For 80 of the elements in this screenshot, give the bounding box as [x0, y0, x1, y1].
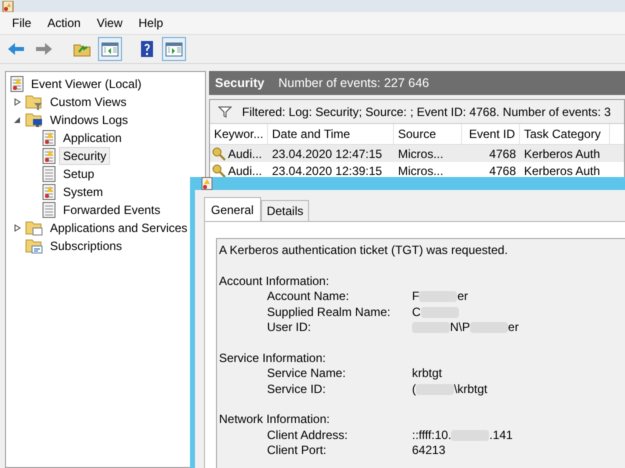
field-label: Service ID: — [266, 382, 327, 397]
section-title: Service Information: — [219, 350, 327, 366]
tab[interactable]: General — [204, 197, 261, 221]
menu-item[interactable]: View — [88, 14, 130, 32]
field-value: er — [457, 289, 468, 304]
field-value: .141 — [489, 428, 513, 443]
pane-button[interactable] — [98, 37, 122, 61]
table-cell: Kerberos Auth — [524, 164, 600, 178]
event-summary: A Kerberos authentication ticket (TGT) was requested. — [219, 243, 509, 258]
menu-item[interactable]: Action — [39, 14, 89, 32]
pane-icon — [101, 42, 119, 56]
field-value: 64213 — [412, 443, 446, 458]
tree-item[interactable]: Security — [59, 147, 110, 165]
field-value: C — [412, 304, 421, 320]
pane-button[interactable] — [162, 37, 186, 61]
folder-icon — [25, 220, 43, 236]
menu-item[interactable]: File — [4, 14, 40, 32]
table-cell: 23.04.2020 12:39:15 — [272, 164, 382, 178]
forward-arrow-icon — [35, 42, 53, 56]
back-arrow-icon — [7, 42, 25, 56]
event-row[interactable]: Audi... 23.04.2020 12:47:15 Micros... 4768 Kerberos Auth — [210, 145, 624, 162]
table-cell: Audi... — [228, 164, 262, 178]
field-label: Account Name: — [266, 289, 350, 304]
tree-item[interactable]: Application — [59, 129, 126, 147]
tree-item[interactable]: Event Viewer (Local) — [27, 75, 146, 93]
folder-filter-icon — [25, 94, 43, 110]
field-value: \krbtgt — [454, 382, 488, 397]
table-cell: 23.04.2020 12:47:15 — [272, 146, 382, 160]
log-warning-icon — [42, 130, 56, 146]
tree-item[interactable]: Applications and Services — [46, 219, 192, 237]
field-label: User ID: — [266, 320, 312, 336]
event-count: Number of events: 227 646 — [278, 76, 430, 90]
tree-item[interactable]: Windows Logs — [46, 111, 132, 129]
event-row[interactable]: Audi... 23.04.2020 12:39:15 Micros... 4768 Kerberos Auth — [210, 162, 624, 179]
tree-item[interactable]: System — [59, 183, 108, 201]
tree-item[interactable]: Setup — [59, 165, 98, 183]
section-title: Account Information: — [219, 274, 330, 289]
table-cell: 4768 — [489, 164, 516, 178]
table-cell: 4768 — [489, 146, 516, 160]
filter-icon — [218, 106, 232, 118]
field-label: Client Address: — [266, 428, 349, 443]
log-icon — [42, 202, 56, 218]
field-value: ::ffff:10. — [412, 428, 452, 443]
column-header[interactable]: Date and Time — [268, 124, 394, 144]
pane-icon — [165, 42, 183, 56]
column-header[interactable]: Source — [394, 124, 462, 144]
tree-item[interactable]: Forwarded Events — [59, 201, 164, 219]
expand-icon[interactable] — [12, 224, 22, 232]
menu-item[interactable]: Help — [130, 14, 172, 32]
field-value: N\P — [450, 320, 470, 336]
field-value: ( — [412, 382, 416, 397]
expand-icon[interactable] — [12, 98, 22, 106]
table-cell: Audi... — [228, 146, 262, 160]
event-viewer-icon — [10, 76, 24, 92]
column-header[interactable]: Keywor... — [210, 124, 268, 144]
field-value: F — [412, 289, 420, 304]
log-warning-icon — [42, 148, 56, 164]
app-icon — [2, 1, 14, 12]
folder-subscription-icon — [25, 238, 43, 254]
column-header[interactable]: Event ID — [462, 124, 520, 144]
field-label: Service Name: — [266, 366, 347, 382]
field-value: krbtgt — [412, 366, 442, 382]
column-header[interactable]: Task Category — [520, 124, 610, 144]
tab[interactable]: Details — [260, 200, 310, 221]
section-title: Network Information: — [219, 412, 331, 428]
log-title: Security — [215, 76, 264, 90]
folder-monitor-icon — [25, 112, 43, 128]
tree-item[interactable]: Subscriptions — [46, 237, 126, 255]
tree-item[interactable]: Custom Views — [46, 93, 130, 111]
field-label: Supplied Realm Name: — [266, 304, 392, 320]
help-icon — [140, 41, 154, 57]
filter-text: Filtered: Log: Security; Source: ; Event ID: 4768. Number of events: 3 — [242, 104, 611, 118]
log-warning-icon — [42, 184, 56, 200]
field-label: Client Port: — [266, 443, 328, 458]
table-cell: Micros... — [398, 164, 444, 178]
collapse-icon[interactable] — [12, 116, 22, 124]
table-cell: Micros... — [398, 146, 444, 160]
table-cell: Kerberos Auth — [524, 146, 600, 160]
log-icon — [42, 166, 56, 182]
field-value: er — [508, 320, 519, 336]
